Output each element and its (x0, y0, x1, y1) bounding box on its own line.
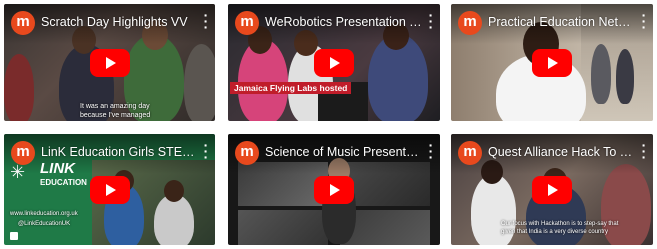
more-vert-icon[interactable]: · · · (639, 8, 649, 34)
more-vert-icon[interactable]: · · · (426, 8, 436, 34)
video-title[interactable]: Science of Music Presentati... (265, 145, 422, 159)
more-vert-icon[interactable]: · · · (639, 138, 649, 164)
play-button-icon[interactable] (314, 48, 354, 77)
channel-avatar[interactable]: m (11, 11, 35, 35)
video-grid: m Scratch Day Highlights VV · · · It was a… (0, 0, 657, 249)
channel-avatar[interactable]: m (235, 141, 259, 165)
twitter-handle: @LinkEducationUK (18, 221, 71, 227)
video-title[interactable]: Scratch Day Highlights VV (41, 15, 197, 29)
video-tile-practical-education[interactable]: m Practical Education Networ... · · · (451, 4, 653, 121)
play-button-icon[interactable] (532, 175, 572, 204)
video-banner: Jamaica Flying Labs hosted (230, 82, 352, 94)
more-vert-icon[interactable]: · · · (426, 138, 436, 164)
video-title[interactable]: Quest Alliance Hack To The ... (488, 145, 635, 159)
channel-avatar[interactable]: m (11, 141, 35, 165)
video-title[interactable]: LinK Education Girls STEM ... (41, 145, 197, 159)
video-tile-scratch-day[interactable]: m Scratch Day Highlights VV · · · It was a… (4, 4, 215, 121)
play-button-icon[interactable] (314, 175, 354, 204)
website-text: www.linkeducation.org.uk (10, 211, 78, 217)
video-tile-werobotics[interactable]: Jamaica Flying Labs hosted m WeRobotics … (228, 4, 440, 121)
video-tile-link-education[interactable]: ✳ LINK EDUCATION www.linkeducation.org.u… (4, 134, 215, 245)
more-vert-icon[interactable]: · · · (201, 8, 211, 34)
play-button-icon[interactable] (89, 175, 130, 204)
video-title[interactable]: WeRobotics Presentation Te... (265, 15, 422, 29)
play-button-icon[interactable] (532, 48, 572, 77)
video-caption: It was an amazing day because I've manag… (80, 103, 151, 119)
video-caption: Our focus with Hackathon is to step-say … (501, 221, 619, 235)
play-button-icon[interactable] (89, 48, 130, 77)
channel-avatar[interactable]: m (235, 11, 259, 35)
video-title[interactable]: Practical Education Networ... (488, 15, 635, 29)
video-tile-science-of-music[interactable]: m Science of Music Presentati... · · · (228, 134, 440, 245)
video-tile-quest-alliance[interactable]: Our focus with Hackathon is to step-say … (451, 134, 653, 245)
channel-avatar[interactable]: m (458, 141, 482, 165)
more-vert-icon[interactable]: · · · (201, 138, 211, 164)
channel-avatar[interactable]: m (458, 11, 482, 35)
facebook-icon (10, 232, 18, 240)
